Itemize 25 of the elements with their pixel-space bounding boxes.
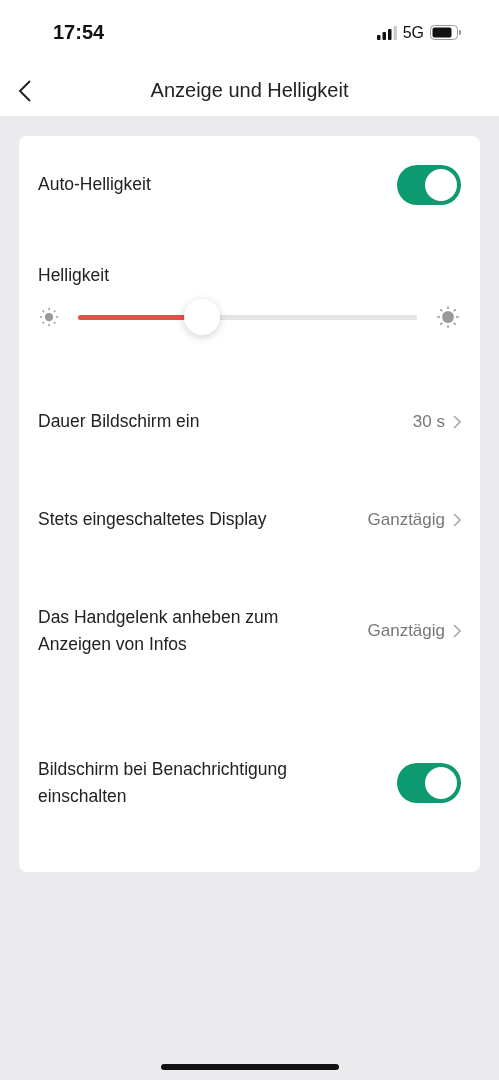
page-title: Anzeige und Helligkeit — [150, 79, 349, 102]
brightness-icon — [435, 304, 461, 331]
setting-label: Das Handgelenk anheben zum Anzeigen von Infos — [38, 605, 280, 656]
setting-label: Stets eingeschaltetes Display — [38, 508, 267, 532]
chevron-right-icon — [453, 414, 461, 429]
setting-value: Ganztägig — [367, 509, 445, 530]
signal-icon — [376, 25, 397, 40]
battery-icon — [430, 25, 461, 40]
toggle-switch[interactable] — [397, 164, 461, 205]
brightness-icon — [38, 306, 60, 329]
network-label: 5G — [402, 23, 424, 42]
setting-row[interactable]: Dauer Bildschirm ein 30 s — [38, 372, 461, 472]
status-time: 17:54 — [53, 21, 105, 44]
setting-label: Dauer Bildschirm ein — [38, 410, 200, 434]
setting-row[interactable]: Stets eingeschaltetes Display Ganztägig — [38, 471, 461, 569]
setting-label: Helligkeit — [38, 264, 109, 288]
slider-thumb[interactable] — [183, 299, 220, 336]
chevron-right-icon — [453, 512, 461, 527]
chevron-right-icon — [453, 623, 461, 638]
toggle-switch[interactable] — [397, 762, 461, 803]
setting-label: Auto-Helligkeit — [38, 173, 151, 197]
setting-value: Ganztägig — [367, 620, 445, 641]
setting-label: Bildschirm bei Benachrichtigung einschalten — [38, 757, 289, 808]
setting-value: 30 s — [412, 411, 445, 432]
setting-row[interactable]: Das Handgelenk anheben zum Anzeigen von Infos Ganztägig — [38, 568, 461, 694]
